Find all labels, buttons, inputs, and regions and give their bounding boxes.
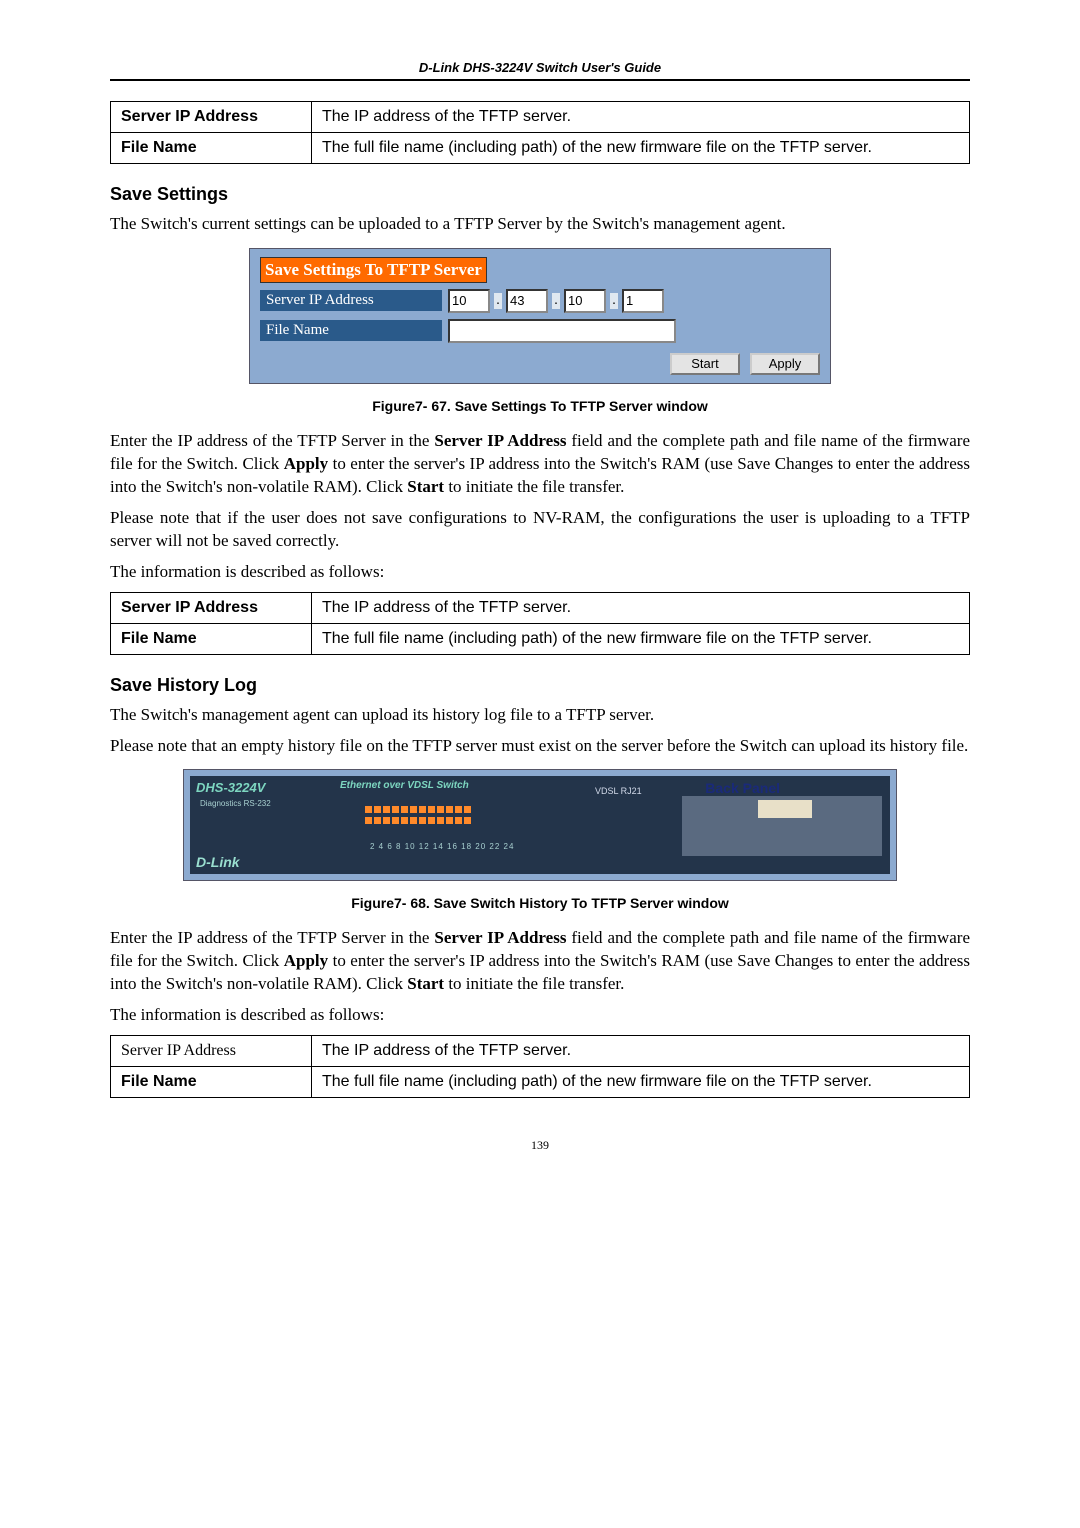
start-button[interactable]: Start: [670, 353, 740, 375]
cell-value: The IP address of the TFTP server.: [312, 1036, 970, 1067]
stack-slot: [758, 800, 812, 818]
switch-front-panel: DHS-3224V Ethernet over VDSL Switch VDSL…: [190, 776, 890, 874]
paragraph: Enter the IP address of the TFTP Server …: [110, 927, 970, 996]
table-tftp-info-2: Server IP Address The IP address of the …: [110, 592, 970, 655]
paragraph: The information is described as follows:: [110, 561, 970, 584]
back-panel-label: Back Panel: [705, 780, 780, 796]
page-header: D-Link DHS-3224V Switch User's Guide: [110, 60, 970, 81]
table-tftp-info-1: Server IP Address The IP address of the …: [110, 101, 970, 164]
label-file-name: File Name: [260, 320, 442, 341]
figure-save-history-window: DHS-3224V Ethernet over VDSL Switch VDSL…: [183, 769, 897, 881]
ip-octet-4[interactable]: [622, 289, 664, 313]
cell-label: Server IP Address: [111, 1036, 312, 1067]
paragraph: Please note that an empty history file o…: [110, 735, 970, 758]
brand-label: D-Link: [196, 854, 240, 870]
vdsl-rj21-label: VDSL RJ21: [595, 786, 642, 796]
paragraph: The Switch's current settings can be upl…: [110, 213, 970, 236]
file-name-input[interactable]: [448, 319, 676, 343]
label-server-ip: Server IP Address: [260, 290, 442, 311]
ip-dot: .: [610, 293, 618, 309]
cell-label: File Name: [111, 623, 312, 654]
switch-back-panel: [682, 796, 882, 856]
cell-value: The full file name (including path) of t…: [312, 133, 970, 164]
heading-save-history-log: Save History Log: [110, 675, 970, 696]
led-panel: [365, 806, 471, 828]
paragraph: The information is described as follows:: [110, 1004, 970, 1027]
table-tftp-info-3: Server IP Address The IP address of the …: [110, 1035, 970, 1098]
cell-label: Server IP Address: [111, 592, 312, 623]
cell-value: The IP address of the TFTP server.: [312, 592, 970, 623]
diagnostics-label: Diagnostics RS-232: [200, 798, 271, 809]
port-numbers: 2 4 6 8 10 12 14 16 18 20 22 24: [370, 842, 514, 851]
figure-caption: Figure7- 67. Save Settings To TFTP Serve…: [110, 398, 970, 414]
apply-button[interactable]: Apply: [750, 353, 820, 375]
ip-octet-1[interactable]: [448, 289, 490, 313]
ip-octet-3[interactable]: [564, 289, 606, 313]
ip-octet-2[interactable]: [506, 289, 548, 313]
paragraph: Enter the IP address of the TFTP Server …: [110, 430, 970, 499]
ip-dot: .: [494, 293, 502, 309]
cell-label: File Name: [111, 133, 312, 164]
cell-label: Server IP Address: [111, 102, 312, 133]
paragraph: The Switch's management agent can upload…: [110, 704, 970, 727]
cell-value: The full file name (including path) of t…: [312, 623, 970, 654]
heading-save-settings: Save Settings: [110, 184, 970, 205]
figure-caption: Figure7- 68. Save Switch History To TFTP…: [110, 895, 970, 911]
page-number: 139: [110, 1138, 970, 1153]
figure-save-settings-window: Save Settings To TFTP Server Server IP A…: [249, 248, 831, 384]
ip-dot: .: [552, 293, 560, 309]
paragraph: Please note that if the user does not sa…: [110, 507, 970, 553]
cell-value: The full file name (including path) of t…: [312, 1067, 970, 1098]
cell-label: File Name: [111, 1067, 312, 1098]
switch-model-label: DHS-3224V: [196, 780, 265, 795]
switch-type-label: Ethernet over VDSL Switch: [340, 780, 469, 791]
cell-value: The IP address of the TFTP server.: [312, 102, 970, 133]
window-title: Save Settings To TFTP Server: [260, 257, 487, 283]
